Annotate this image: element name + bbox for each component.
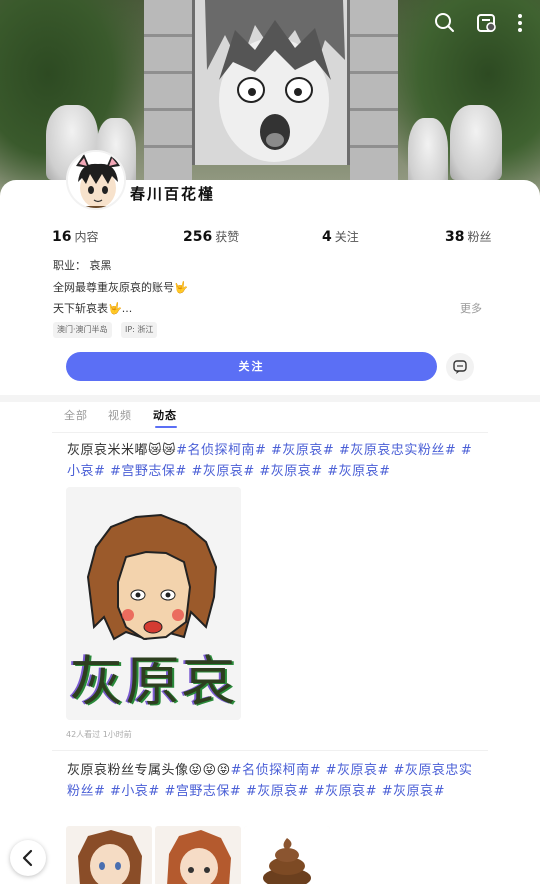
post-title: 灰原哀粉丝专属头像😝😝😝: [67, 763, 231, 778]
stat-followers[interactable]: 38 粉丝: [445, 228, 492, 245]
stat-label: 内容: [74, 230, 99, 244]
active-tab-indicator: [155, 426, 177, 428]
tabs-divider: [52, 432, 488, 433]
post-meta: 42人看过 1小时前: [66, 730, 132, 739]
stat-value: 38: [445, 229, 465, 245]
bio-more-link[interactable]: 更多: [460, 300, 482, 316]
stat-likes[interactable]: 256 获赞: [183, 228, 239, 245]
bio-line: 全网最尊重灰原哀的账号🤟: [53, 281, 188, 294]
stat-label: 关注: [334, 230, 359, 244]
ip-tag: IP: 浙江: [121, 322, 158, 338]
tab-videos[interactable]: 视频: [108, 407, 132, 423]
stone-pillar: [144, 0, 192, 200]
search-icon[interactable]: [432, 10, 458, 36]
manga-portrait: [192, 0, 350, 165]
tab-all[interactable]: 全部: [64, 407, 88, 423]
stat-value: 256: [183, 229, 213, 245]
avatar[interactable]: [66, 150, 126, 210]
follow-button[interactable]: 关注: [66, 352, 437, 381]
stat-following[interactable]: 4 关注: [322, 228, 359, 245]
stone-pillar: [350, 0, 398, 200]
back-button[interactable]: [10, 840, 46, 876]
bio-line: 职业： 哀黑: [53, 259, 112, 272]
post-thumbnail[interactable]: [66, 826, 152, 884]
chevron-left-icon: [22, 849, 33, 867]
post-thumbnail[interactable]: [155, 826, 241, 884]
post-title: 灰原哀米米嘟😿😿: [67, 443, 177, 458]
message-button[interactable]: [446, 353, 474, 381]
stat-label: 获赞: [215, 230, 240, 244]
bio-line: 天下斩哀表🤟...: [53, 302, 133, 315]
stat-content[interactable]: 16 内容: [52, 228, 99, 245]
stat-label: 粉丝: [467, 230, 492, 244]
more-icon[interactable]: [510, 10, 530, 36]
post-thumbnail[interactable]: [244, 826, 330, 884]
profile-card-icon[interactable]: [474, 10, 500, 36]
section-divider: [0, 395, 540, 402]
stat-value: 16: [52, 229, 72, 245]
post-image[interactable]: 灰原哀: [66, 487, 241, 720]
tab-posts[interactable]: 动态: [153, 407, 177, 423]
post-divider: [52, 750, 488, 751]
post-image-caption: 灰原哀: [69, 650, 238, 713]
stat-value: 4: [322, 229, 332, 245]
nickname: 春川百花槿: [130, 185, 216, 203]
post-text[interactable]: 灰原哀粉丝专属头像😝😝😝#名侦探柯南# #灰原哀# #灰原哀忠实粉丝# #小哀#…: [67, 760, 477, 802]
message-icon: [453, 360, 467, 374]
statue: [450, 105, 502, 180]
post-text[interactable]: 灰原哀米米嘟😿😿#名侦探柯南# #灰原哀# #灰原哀忠实粉丝# #小哀# #宫野…: [67, 440, 477, 482]
location-tag: 澳门·澳门半岛: [53, 322, 112, 338]
